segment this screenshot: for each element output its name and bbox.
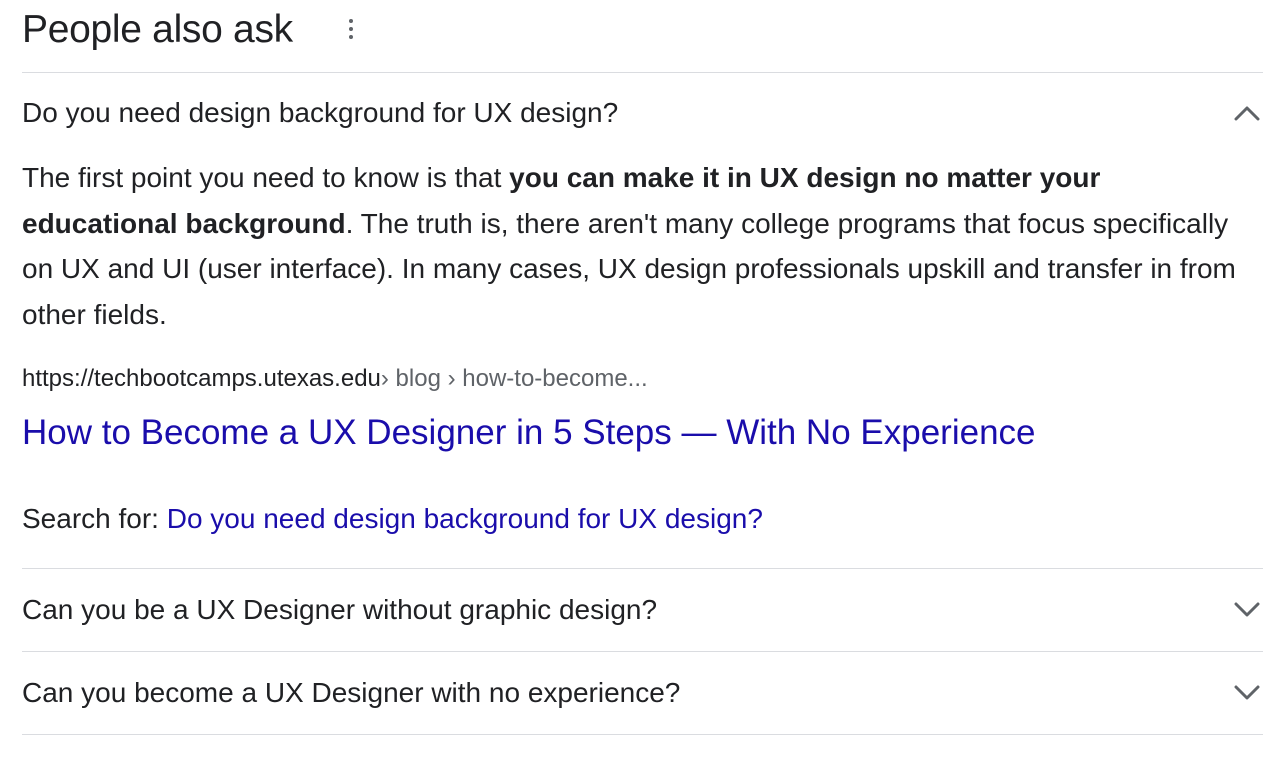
search-for-label: Search for: (22, 502, 167, 534)
paa-header: People also ask (22, 0, 1263, 72)
question-row-2[interactable]: Can you be a UX Designer without graphic… (22, 569, 1263, 651)
search-for-row: Search for: Do you need design backgroun… (22, 502, 1263, 568)
search-for-link[interactable]: Do you need design background for UX des… (167, 503, 763, 534)
answer-snippet: The first point you need to know is that… (22, 155, 1242, 337)
source-citation: https://techbootcamps.utexas.edu › blog … (22, 365, 1263, 394)
question-row-3[interactable]: Can you become a UX Designer with no exp… (22, 652, 1263, 734)
question-text: Can you be a UX Designer without graphic… (22, 593, 658, 625)
question-row-1[interactable]: Do you need design background for UX des… (22, 73, 1263, 153)
chevron-down-icon[interactable] (1233, 596, 1261, 624)
source-title-link[interactable]: How to Become a UX Designer in 5 Steps —… (22, 412, 1263, 454)
paa-title: People also ask (22, 7, 293, 51)
question-text: Can you become a UX Designer with no exp… (22, 676, 681, 708)
chevron-down-icon[interactable] (1233, 679, 1261, 707)
more-vert-icon (349, 19, 353, 23)
divider (22, 733, 1263, 735)
more-vert-icon-dot (349, 27, 353, 31)
answer-text: The first point you need to know is that (22, 162, 510, 193)
more-options-button[interactable] (341, 14, 361, 44)
source-breadcrumbs: › blog › how-to-become... (380, 365, 648, 392)
more-vert-icon-dot (349, 35, 353, 39)
people-also-ask-section: People also ask Do you need design backg… (22, 0, 1263, 735)
chevron-up-icon[interactable] (1233, 99, 1261, 127)
source-domain: https://techbootcamps.utexas.edu (22, 365, 381, 392)
question-text: Do you need design background for UX des… (22, 97, 619, 128)
